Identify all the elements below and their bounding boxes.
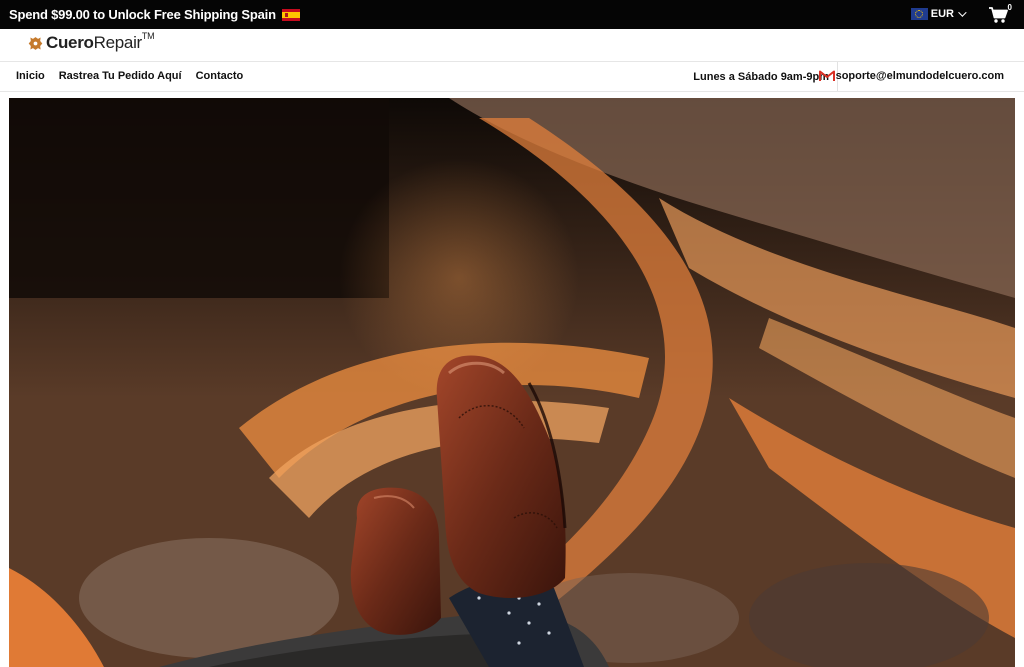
announcement-text: Spend $99.00 to Unlock Free Shipping Spa… bbox=[9, 7, 276, 22]
gmail-icon bbox=[818, 70, 835, 81]
currency-code: EUR bbox=[930, 8, 954, 20]
support-email-link[interactable]: soporte@elmundodelcuero.com bbox=[818, 70, 1004, 82]
logo-text-bold: Cuero bbox=[46, 33, 94, 52]
nav-item-contacto[interactable]: Contacto bbox=[196, 70, 244, 82]
chevron-down-icon bbox=[958, 8, 967, 17]
business-hours: Lunes a Sábado 9am-9pm bbox=[693, 71, 829, 83]
logo-text: CueroRepairTM bbox=[46, 31, 155, 53]
nav-item-inicio[interactable]: Inicio bbox=[16, 70, 45, 82]
hero-image bbox=[9, 98, 1015, 667]
support-email-text: soporte@elmundodelcuero.com bbox=[835, 70, 1004, 82]
site-logo[interactable]: CueroRepairTM bbox=[27, 31, 155, 53]
spain-flag-icon bbox=[281, 8, 300, 21]
logo-text-regular: Repair bbox=[93, 33, 143, 52]
eu-flag-icon bbox=[910, 8, 928, 20]
leather-hide-icon bbox=[28, 36, 43, 50]
logo-trademark: TM bbox=[141, 31, 155, 41]
navigation-bar: Inicio Rastrea Tu Pedido Aquí Contacto L… bbox=[0, 62, 1024, 92]
cart-count: 0 bbox=[1007, 3, 1012, 12]
hero-photo-shoes-on-carpet bbox=[9, 98, 1015, 667]
main-nav: Inicio Rastrea Tu Pedido Aquí Contacto bbox=[16, 70, 243, 82]
nav-item-rastrea-pedido[interactable]: Rastrea Tu Pedido Aquí bbox=[59, 70, 182, 82]
announcement-bar: Spend $99.00 to Unlock Free Shipping Spa… bbox=[0, 0, 1024, 29]
currency-selector[interactable]: EUR bbox=[910, 8, 967, 20]
logo-bar: CueroRepairTM bbox=[0, 29, 1024, 62]
